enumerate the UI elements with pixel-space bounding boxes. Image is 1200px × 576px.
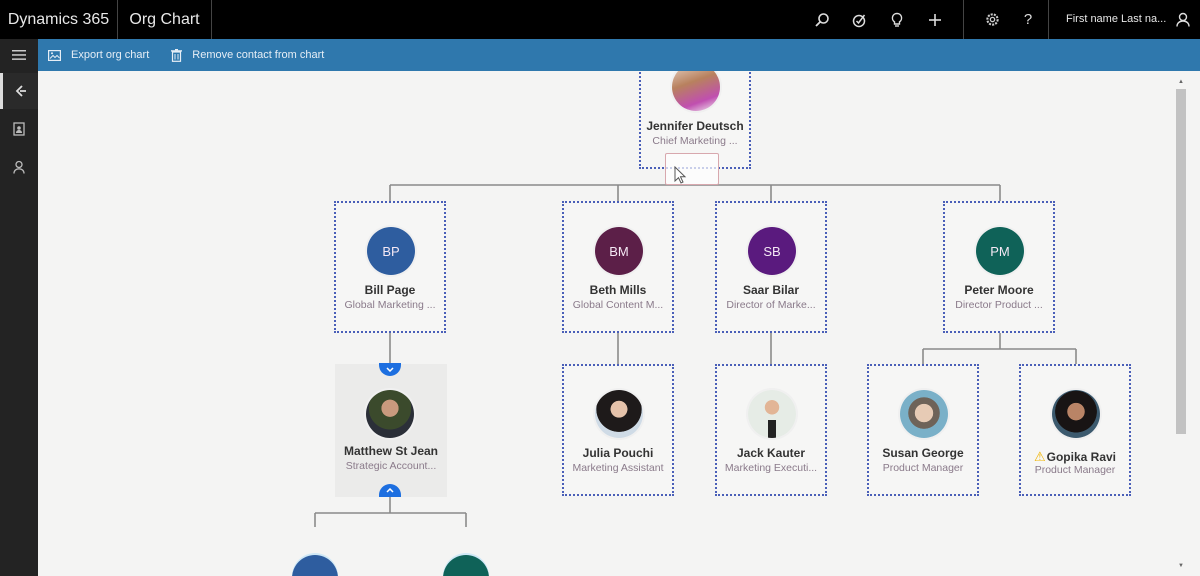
contact-title: Director Product ...	[955, 299, 1043, 311]
app-brand[interactable]: Dynamics 365	[0, 0, 118, 39]
plus-icon[interactable]	[916, 0, 954, 39]
contact-name: Susan George	[882, 446, 964, 460]
task-icon[interactable]	[840, 0, 878, 39]
export-org-chart-label: Export org chart	[71, 49, 150, 61]
avatar-initials: BP	[367, 227, 415, 275]
contact-name: Peter Moore	[964, 283, 1034, 297]
org-card[interactable]: Jack Kauter Marketing Executi...	[715, 364, 827, 496]
vertical-scrollbar[interactable]: ▲ ▼	[1176, 79, 1186, 569]
help-icon[interactable]: ?	[1009, 0, 1047, 39]
contact-title: Director of Marke...	[726, 299, 816, 311]
contact-name: Bill Page	[364, 283, 416, 297]
org-card[interactable]: BP Bill Page Global Marketing ...	[334, 201, 446, 333]
avatar-photo	[672, 71, 720, 111]
scroll-up-arrow[interactable]: ▲	[1178, 79, 1184, 85]
divider	[1048, 0, 1049, 39]
avatar-initials: BM	[595, 227, 643, 275]
org-card[interactable]: Susan George Product Manager	[867, 364, 979, 496]
warning-icon: ⚠	[1033, 449, 1046, 464]
lightbulb-icon[interactable]	[878, 0, 916, 39]
contact-card-icon[interactable]	[0, 111, 38, 147]
avatar-photo	[748, 390, 796, 438]
contact-name: Jennifer Deutsch	[646, 119, 744, 133]
scrollbar-thumb[interactable]	[1176, 89, 1186, 434]
cursor-icon	[674, 166, 687, 184]
back-icon[interactable]	[0, 73, 38, 109]
scroll-down-arrow[interactable]: ▼	[1178, 563, 1184, 569]
contact-name: Jack Kauter	[736, 446, 806, 460]
contact-title: Strategic Account...	[345, 460, 437, 472]
area-title[interactable]: Org Chart	[118, 0, 212, 39]
command-bar: Export org chart Remove contact from cha…	[38, 39, 1200, 71]
contact-name: Julia Pouchi	[582, 446, 654, 460]
hamburger-menu-icon[interactable]	[0, 39, 38, 71]
contact-title: Global Marketing ...	[344, 299, 436, 311]
contact-title: Product Manager	[882, 462, 964, 474]
person-icon[interactable]	[0, 149, 38, 185]
contact-title: Global Content M...	[572, 299, 664, 311]
image-export-icon	[48, 49, 61, 61]
chevron-down-icon	[386, 367, 394, 372]
user-name[interactable]: First name Last na...	[1066, 0, 1166, 39]
export-org-chart-button[interactable]: Export org chart	[48, 49, 149, 61]
contact-name: Matthew St Jean	[343, 444, 439, 458]
org-card[interactable]: ⚠Gopika Ravi Product Manager	[1019, 364, 1131, 496]
contact-title: Chief Marketing ...	[652, 135, 738, 147]
avatar-photo	[366, 390, 414, 438]
top-navigation-bar: Dynamics 365 Org Chart ? First name Last…	[0, 0, 1200, 39]
org-card[interactable]: BM Beth Mills Global Content M...	[562, 201, 674, 333]
org-chart-canvas[interactable]: Jennifer Deutsch Chief Marketing ... BP …	[38, 71, 1200, 576]
avatar-photo	[595, 390, 643, 438]
org-card[interactable]: SB Saar Bilar Director of Marke...	[715, 201, 827, 333]
chevron-up-icon	[386, 488, 394, 493]
person-icon[interactable]	[1164, 0, 1200, 39]
org-card-expanded[interactable]: Matthew St Jean Strategic Account...	[335, 364, 447, 497]
contact-title: Marketing Executi...	[724, 462, 818, 474]
contact-name-text: Gopika Ravi	[1046, 450, 1116, 464]
left-navigation-rail	[0, 39, 38, 576]
contact-name: Beth Mills	[589, 283, 647, 297]
gear-icon[interactable]	[973, 0, 1011, 39]
remove-contact-button[interactable]: Remove contact from chart	[171, 48, 325, 62]
avatar-photo	[1052, 390, 1100, 438]
contact-name: ⚠Gopika Ravi	[1021, 449, 1129, 465]
contact-title: Marketing Assistant	[572, 462, 664, 474]
trash-icon	[171, 48, 183, 62]
contact-name: Saar Bilar	[742, 283, 800, 297]
search-icon[interactable]	[803, 0, 841, 39]
org-card[interactable]: PM Peter Moore Director Product ...	[943, 201, 1055, 333]
contact-title: Product Manager	[1034, 464, 1116, 476]
remove-contact-label: Remove contact from chart	[192, 49, 325, 61]
divider	[963, 0, 964, 39]
avatar-initials: PM	[976, 227, 1024, 275]
avatar-initials: SB	[748, 227, 796, 275]
avatar-photo	[900, 390, 948, 438]
org-card[interactable]: Julia Pouchi Marketing Assistant	[562, 364, 674, 496]
